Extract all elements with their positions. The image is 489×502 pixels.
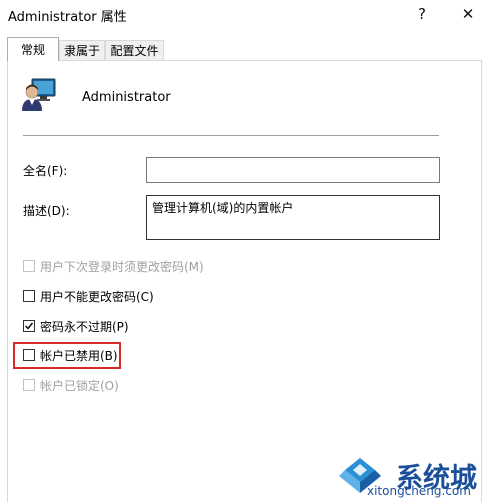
checkbox-label: 用户下次登录时须更改密码(M) — [40, 259, 204, 274]
checkbox-label: 密码永不过期(P) — [40, 319, 129, 334]
checkbox-account-locked[interactable]: 帐户已锁定(O) — [23, 376, 119, 394]
close-button[interactable]: ✕ — [451, 0, 485, 28]
user-name: Administrator — [82, 90, 171, 105]
checkmark-icon — [25, 322, 34, 330]
close-icon: ✕ — [461, 5, 475, 23]
checkbox-box[interactable] — [23, 290, 35, 302]
tab-general[interactable]: 常规 — [7, 37, 59, 61]
fullname-label: 全名(F): — [23, 164, 68, 178]
user-computer-icon — [21, 78, 57, 112]
checkbox-must-change-password[interactable]: 用户下次登录时须更改密码(M) — [23, 257, 204, 275]
checkbox-password-never-expires[interactable]: 密码永不过期(P) — [23, 317, 129, 335]
description-field[interactable]: 管理计算机(域)的内置帐户 — [146, 195, 440, 240]
help-icon: ? — [418, 5, 426, 23]
tab-panel-general — [7, 60, 482, 502]
checkbox-box[interactable] — [23, 260, 35, 272]
watermark-url: xitongcheng.com — [367, 484, 471, 498]
checkbox-cannot-change-password[interactable]: 用户不能更改密码(C) — [23, 287, 154, 305]
checkbox-label: 用户不能更改密码(C) — [40, 289, 154, 304]
tab-profile[interactable]: 配置文件 — [105, 40, 164, 60]
divider — [23, 135, 439, 136]
highlight-box — [13, 342, 121, 369]
help-button[interactable]: ? — [405, 0, 439, 28]
fullname-field[interactable] — [146, 157, 440, 183]
description-label: 描述(D): — [23, 204, 70, 218]
checkbox-label: 帐户已锁定(O) — [40, 378, 119, 393]
checkbox-box[interactable] — [23, 320, 35, 332]
window-title: Administrator 属性 — [8, 10, 127, 25]
checkbox-box[interactable] — [23, 379, 35, 391]
tab-member-of[interactable]: 隶属于 — [59, 40, 105, 60]
